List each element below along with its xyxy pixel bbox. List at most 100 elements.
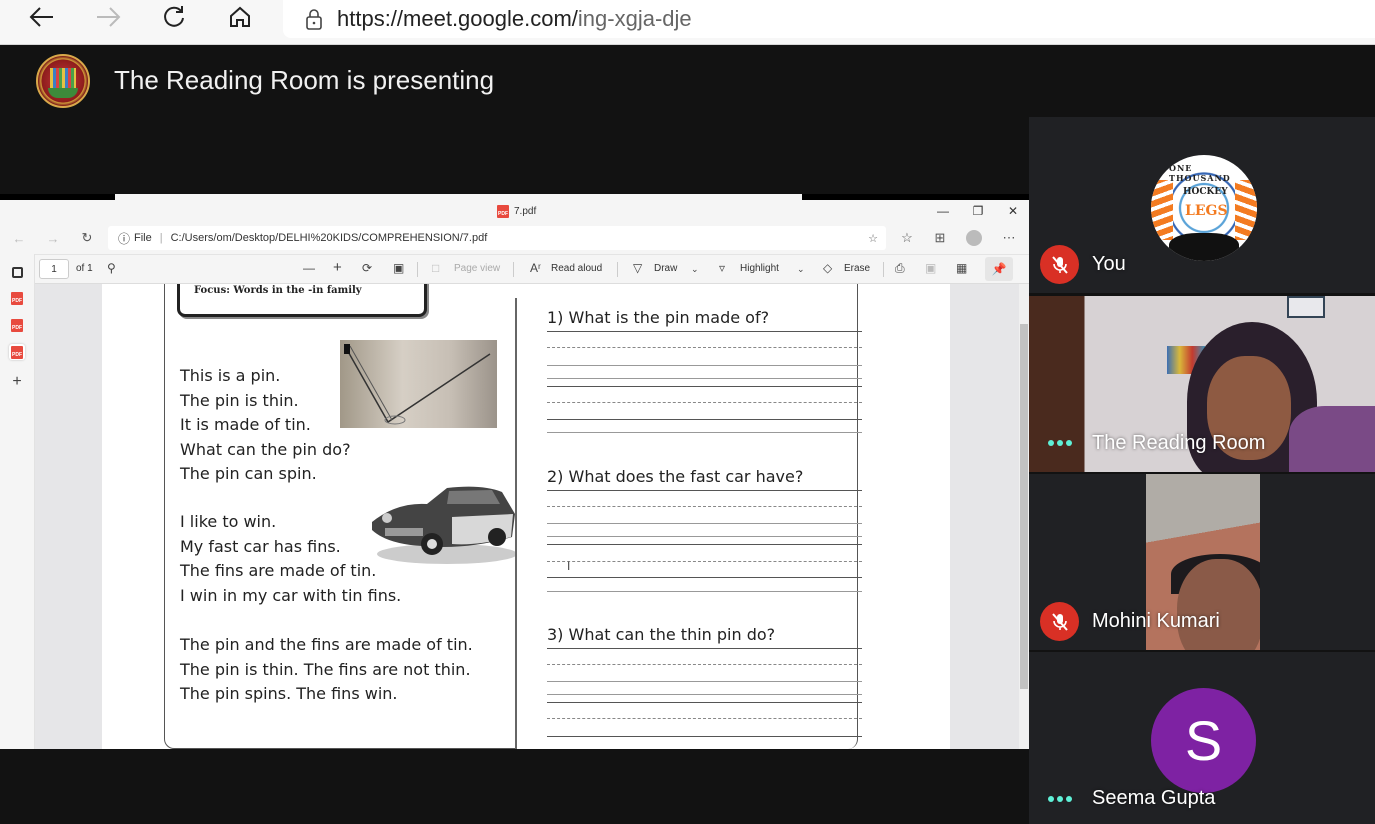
presenting-banner: The Reading Room is presenting <box>114 65 495 95</box>
address-bar[interactable]: https://meet.google.com/ing-xgja-dje <box>283 0 1375 38</box>
participant-name: Seema Gupta <box>1092 787 1216 809</box>
save-as-icon[interactable]: ▦ <box>956 261 967 275</box>
pdf-file-icon: PDF <box>11 318 23 332</box>
story-line: The pin spins. The fins win. <box>180 684 398 703</box>
add-button[interactable]: + <box>9 373 25 390</box>
highlight-chevron-icon[interactable]: ⌄ <box>797 264 805 275</box>
participant-name: You <box>1092 253 1126 275</box>
story-line: My fast car has fins. <box>180 536 341 556</box>
scrollbar-thumb[interactable] <box>1020 324 1028 689</box>
home-button[interactable] <box>220 0 260 34</box>
page-count: of 1 <box>76 263 93 274</box>
story-line: The pin and the fins are made of tin. <box>180 635 473 654</box>
logo-text-mid: HOCKEY <box>1183 187 1228 197</box>
pdf-tab[interactable]: PDF 7.pdf <box>497 205 536 218</box>
pdf-viewport[interactable]: Focus: Words in the -in family This is a… <box>35 284 1019 749</box>
highlight-icon: ▿ <box>719 261 726 275</box>
minimize-button[interactable]: — <box>926 200 960 222</box>
highlight-button[interactable]: Highlight <box>740 263 779 274</box>
page-view-button[interactable]: Page view <box>454 263 500 274</box>
focus-label: Focus: Words in the -in family <box>194 285 362 296</box>
close-icon: ✕ <box>1007 204 1019 218</box>
forward-button[interactable] <box>88 0 128 34</box>
page-view-icon: □ <box>432 261 440 275</box>
draw-chevron-icon[interactable]: ⌄ <box>691 264 699 275</box>
story-line: I win in my car with tin fins. <box>180 585 402 605</box>
participant-tile-the-reading-room[interactable]: The Reading Room <box>1029 296 1375 472</box>
pdf-file-icon: PDF <box>11 345 23 359</box>
collections-button[interactable]: ⊞ <box>929 228 951 248</box>
favorites-icon: ☆ <box>901 230 913 245</box>
pdf-forward-button[interactable]: → <box>42 228 64 248</box>
logo-text-main: LEGS <box>1185 203 1228 219</box>
story-line: The pin is thin. The fins are not thin. <box>180 659 471 679</box>
meet-header: The Reading Room is presenting <box>0 45 1375 117</box>
pin-toolbar-button[interactable]: 📌 <box>985 257 1013 281</box>
read-aloud-button[interactable]: Read aloud <box>551 263 602 274</box>
reload-icon: ↻ <box>81 230 93 245</box>
url-text: https://meet.google.com/ing-xgja-dje <box>337 6 692 32</box>
save-icon[interactable]: ▣ <box>925 261 936 275</box>
url-path: ing-xgja-dje <box>577 6 692 31</box>
pdf-file-icon: PDF <box>11 291 23 305</box>
address-scheme: File <box>134 232 152 244</box>
pdf-tab-title: 7.pdf <box>514 206 537 217</box>
zoom-out-icon[interactable]: — <box>303 261 315 275</box>
forward-icon <box>97 7 121 27</box>
back-button[interactable] <box>22 0 62 34</box>
close-window-button[interactable]: ✕ <box>996 200 1030 222</box>
participant-tile-you[interactable]: ONE THOUSAND HOCKEY LEGS You <box>1029 117 1375 293</box>
fit-width-icon[interactable]: ▣ <box>393 261 404 275</box>
focus-box: Focus: Words in the -in family <box>177 284 427 317</box>
story-line: I like to win. <box>180 512 277 531</box>
story-paragraph-2: I like to win. My fast car has fins. The… <box>180 510 401 608</box>
draw-button[interactable]: Draw <box>654 263 677 274</box>
minimize-icon: — <box>937 204 949 218</box>
erase-button[interactable]: Erase <box>844 263 870 274</box>
profile-button[interactable] <box>963 228 985 248</box>
question-3: 3) What can the thin pin do? <box>547 625 776 644</box>
favorite-add-icon[interactable]: ☆ <box>868 232 878 245</box>
browser-toolbar: https://meet.google.com/ing-xgja-dje <box>0 0 1375 45</box>
story-paragraph-1: This is a pin. The pin is thin. It is ma… <box>180 364 351 487</box>
favorites-button[interactable]: ☆ <box>896 228 918 248</box>
story-line: The pin can spin. <box>180 464 317 483</box>
text-cursor-icon: I <box>567 559 571 573</box>
print-icon[interactable]: ⎙ <box>895 261 905 276</box>
rotate-icon[interactable]: ⟳ <box>362 261 372 275</box>
column-divider <box>515 298 517 749</box>
forward-icon: → <box>46 230 60 246</box>
page-number-input[interactable]: 1 <box>39 259 69 279</box>
participant-tile-seema-gupta[interactable]: S Seema Gupta <box>1029 652 1375 824</box>
restore-icon: ❐ <box>972 204 984 218</box>
pdf-window: PDF 7.pdf — ❐ ✕ ← → ↻ ⓘ File | C:/Users/… <box>0 200 1029 749</box>
pdf-address-field[interactable]: ⓘ File | C:/Users/om/Desktop/DELHI%20KID… <box>108 226 886 250</box>
more-button[interactable]: ⋯ <box>998 228 1020 248</box>
pdf-reload-button[interactable]: ↻ <box>76 228 98 248</box>
questions-border <box>842 284 858 749</box>
story-line: This is a pin. <box>180 366 281 385</box>
back-icon: ← <box>12 230 26 246</box>
pdf-thumb-1[interactable]: PDF <box>9 290 25 306</box>
pdf-thumb-3[interactable]: PDF <box>9 344 25 360</box>
collections-icon: ⊞ <box>934 230 946 245</box>
reload-button[interactable] <box>154 0 194 34</box>
pdf-thumb-2[interactable]: PDF <box>9 317 25 333</box>
more-options-icon[interactable] <box>1048 440 1072 446</box>
restore-button[interactable]: ❐ <box>961 200 995 222</box>
mic-off-indicator <box>1040 245 1079 284</box>
participant-avatar: ONE THOUSAND HOCKEY LEGS <box>1151 155 1257 261</box>
contents-button[interactable] <box>9 264 25 280</box>
zoom-in-icon[interactable]: + <box>333 259 342 276</box>
participant-name: Mohini Kumari <box>1092 610 1220 632</box>
safety-pin-image <box>340 340 497 428</box>
info-icon: ⓘ <box>118 231 131 246</box>
search-icon[interactable]: ⚲ <box>107 261 116 275</box>
pdf-page: Focus: Words in the -in family This is a… <box>102 284 950 749</box>
more-options-icon[interactable] <box>1048 796 1072 802</box>
participant-tile-mohini-kumari[interactable]: Mohini Kumari <box>1029 474 1375 650</box>
pdf-scrollbar[interactable] <box>1019 284 1029 749</box>
contents-icon <box>11 266 23 278</box>
pdf-back-button[interactable]: ← <box>8 228 30 248</box>
back-icon <box>29 7 53 27</box>
